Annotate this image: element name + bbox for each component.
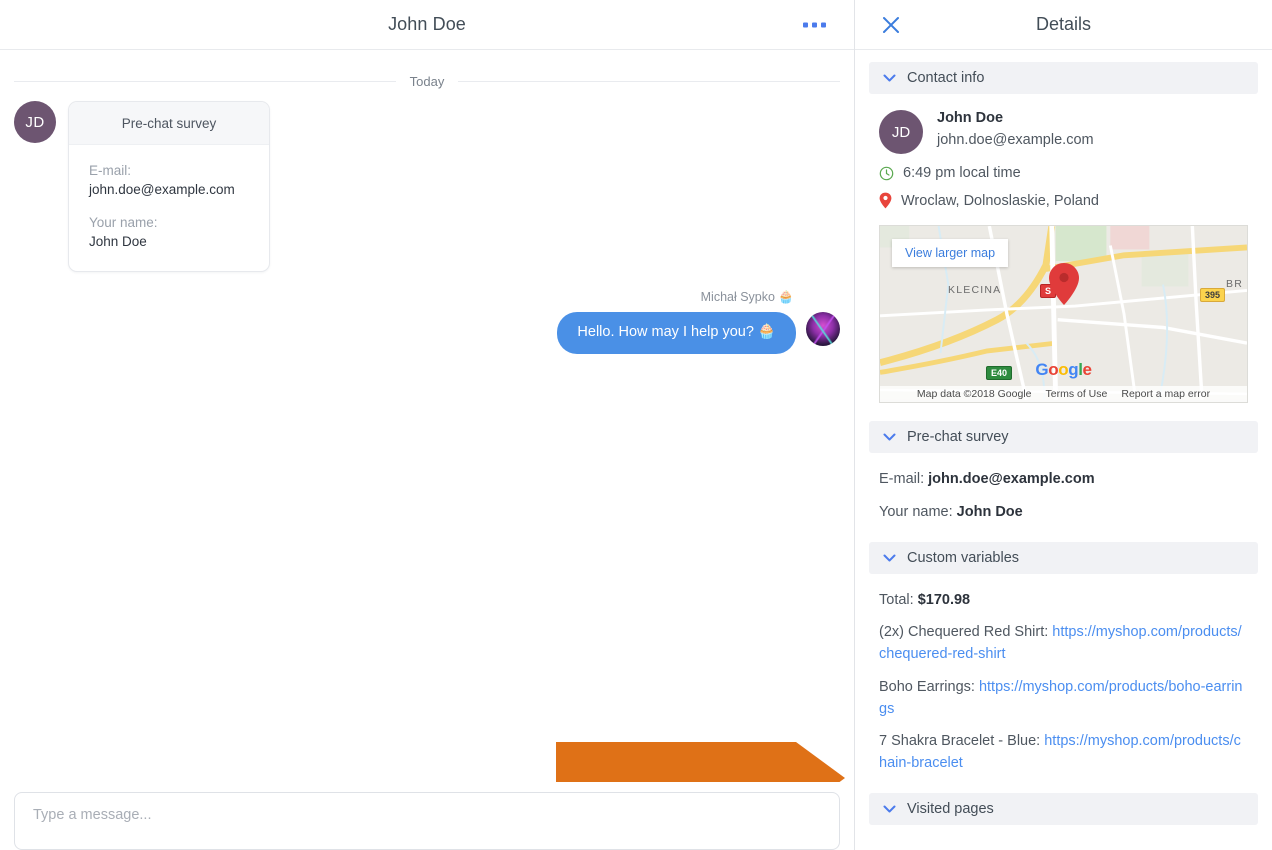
- section-header-custom-variables[interactable]: Custom variables: [869, 541, 1258, 574]
- chevron-down-icon: [883, 433, 896, 441]
- survey-field-label: Your name:: [89, 215, 158, 230]
- custom-variable-item: (2x) Chequered Red Shirt: https://myshop…: [879, 622, 1248, 666]
- message-input[interactable]: Type a message...: [14, 792, 840, 850]
- local-time-value: 6:49 pm local time: [903, 165, 1021, 181]
- chevron-down-icon: [883, 74, 896, 82]
- details-panel: Details Contact info JD John Doe john.do…: [855, 0, 1272, 850]
- survey-row: E-mail: john.doe@example.com: [879, 469, 1248, 491]
- total-value: $170.98: [917, 591, 971, 608]
- details-header: Details: [855, 0, 1272, 50]
- survey-field-value: John Doe: [89, 234, 147, 249]
- report-map-error-link[interactable]: Report a map error: [1121, 388, 1210, 400]
- chat-application: John Doe Today JD Pre-chat survey E-mail…: [0, 0, 1272, 850]
- dot: [812, 22, 817, 27]
- section-header-pre-chat-survey[interactable]: Pre-chat survey: [869, 421, 1258, 453]
- chat-header: John Doe: [0, 0, 854, 50]
- agent-message-row: Michał Sypko 🧁 Hello. How may I help you…: [14, 290, 840, 354]
- google-logo: Google: [1035, 360, 1092, 379]
- chat-pane: John Doe Today JD Pre-chat survey E-mail…: [0, 0, 855, 850]
- section-title: Pre-chat survey: [907, 429, 1009, 445]
- item-label: (2x) Chequered Red Shirt:: [879, 624, 1049, 641]
- avatar: JD: [14, 101, 56, 143]
- map-pin-icon: [879, 192, 892, 209]
- more-horizontal-icon[interactable]: [797, 16, 832, 33]
- survey-row-value: John Doe: [956, 503, 1023, 520]
- message-composer: Type a message...: [0, 782, 854, 850]
- item-label: 7 Shakra Bracelet - Blue:: [879, 733, 1041, 750]
- location-row: Wroclaw, Dolnoslaskie, Poland: [879, 192, 1248, 209]
- item-label: Boho Earrings:: [879, 678, 975, 695]
- section-title: Custom variables: [907, 549, 1020, 566]
- local-time-row: 6:49 pm local time: [879, 165, 1248, 181]
- custom-variable-item: Boho Earrings: https://myshop.com/produc…: [879, 677, 1248, 721]
- avatar: [806, 312, 840, 346]
- agent-message-stack: Michał Sypko 🧁 Hello. How may I help you…: [557, 290, 796, 354]
- map-attribution: Map data ©2018 Google Terms of Use Repor…: [880, 386, 1247, 402]
- contact-email: john.doe@example.com: [937, 132, 1094, 148]
- agent-name: Michał Sypko 🧁: [700, 290, 794, 304]
- map-marker-icon: [1048, 263, 1079, 305]
- section-header-contact-info[interactable]: Contact info: [869, 62, 1258, 94]
- clock-icon: [879, 166, 894, 180]
- avatar: JD: [879, 110, 923, 154]
- road-badge: E40: [986, 366, 1013, 380]
- message-input-placeholder: Type a message...: [33, 807, 152, 823]
- details-title: Details: [1035, 14, 1092, 34]
- pre-chat-survey-card-title: Pre-chat survey: [69, 102, 269, 145]
- section-title: Contact info: [907, 70, 985, 86]
- section-header-visited-pages[interactable]: Visited pages: [869, 792, 1258, 825]
- location-map[interactable]: KLECINA BR S 395 E40 View larger map Goo…: [879, 225, 1248, 403]
- survey-field-value: john.doe@example.com: [89, 182, 235, 197]
- contact-info-body: JD John Doe john.doe@example.com 6:49 pm…: [855, 94, 1272, 409]
- map-area-label: BR: [1226, 278, 1243, 290]
- customer-message-row: JD Pre-chat survey E-mail: john.doe@exam…: [14, 101, 840, 272]
- message-list: Today JD Pre-chat survey E-mail: john.do…: [0, 50, 854, 782]
- chevron-down-icon: [883, 554, 896, 561]
- survey-field-label: E-mail:: [89, 163, 132, 178]
- view-larger-map-button[interactable]: View larger map: [892, 239, 1009, 267]
- pre-chat-survey-card: Pre-chat survey E-mail: john.doe@example…: [68, 101, 270, 272]
- details-content[interactable]: Contact info JD John Doe john.doe@exampl…: [855, 50, 1272, 850]
- divider-line: [458, 81, 841, 82]
- contact-name: John Doe: [937, 110, 1004, 126]
- message-bubble: Hello. How may I help you? 🧁: [557, 312, 796, 354]
- survey-row-label: E-mail:: [879, 471, 925, 487]
- annotation-arrow-icon: [548, 734, 853, 782]
- close-icon[interactable]: [881, 15, 901, 35]
- road-badge: 395: [1199, 288, 1225, 302]
- day-divider: Today: [14, 74, 841, 89]
- survey-row-value: john.doe@example.com: [928, 471, 1095, 487]
- total-label: Total:: [879, 591, 914, 608]
- day-divider-label: Today: [409, 74, 445, 89]
- dot: [821, 22, 826, 27]
- dot: [803, 22, 808, 27]
- divider-line: [14, 81, 396, 82]
- custom-variables-body: Total: $170.98 (2x) Chequered Red Shirt:…: [855, 574, 1272, 781]
- page-title: John Doe: [388, 14, 466, 34]
- contact-text: John Doe john.doe@example.com: [937, 110, 1094, 148]
- terms-of-use-link[interactable]: Terms of Use: [1046, 388, 1108, 400]
- survey-row: Your name: John Doe: [879, 502, 1248, 524]
- chevron-down-icon: [883, 805, 896, 813]
- map-data-text: Map data ©2018 Google: [916, 388, 1032, 400]
- section-title: Visited pages: [907, 800, 994, 817]
- location-value: Wroclaw, Dolnoslaskie, Poland: [901, 192, 1099, 209]
- contact-identity: JD John Doe john.doe@example.com: [879, 110, 1248, 154]
- map-area-label: KLECINA: [948, 284, 1002, 296]
- survey-row-label: Your name:: [879, 503, 953, 520]
- pre-chat-survey-body: E-mail: john.doe@example.com Your name: …: [855, 453, 1272, 530]
- custom-variable-item: 7 Shakra Bracelet - Blue: https://myshop…: [879, 731, 1248, 775]
- pre-chat-survey-card-body: E-mail: john.doe@example.com Your name: …: [69, 145, 269, 271]
- custom-variable-total: Total: $170.98: [879, 590, 1248, 612]
